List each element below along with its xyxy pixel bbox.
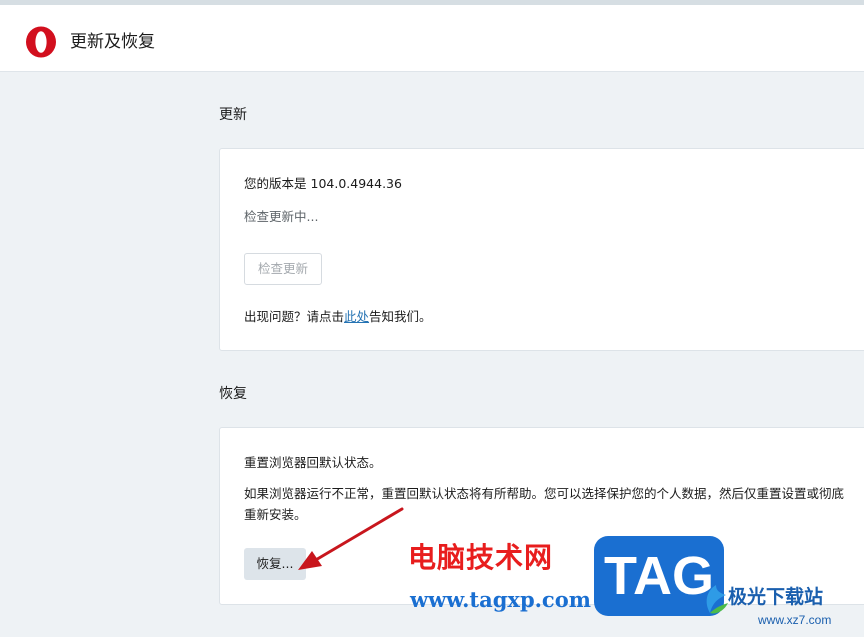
version-value: 104.0.4944.36 [310,176,402,191]
page-header: 更新及恢复 [0,5,864,72]
update-section-title: 更新 [219,107,247,123]
watermark-site-logo-icon [706,585,728,614]
update-status: 检查更新中... [244,209,319,224]
problem-prefix: 出现问题？请点击 [244,309,345,324]
recovery-section-title: 恢复 [219,386,247,402]
watermark-cn-text: 电脑技术网 [408,541,554,574]
recovery-heading: 重置浏览器回默认状态。 [244,455,382,470]
annotation-arrow-icon [298,507,404,570]
version-line: 您的版本是 104.0.4944.36 [244,176,402,192]
problem-report-line: 出现问题？请点击此处告知我们。 [244,309,432,325]
watermark-site-url: www.xz7.com [758,613,832,627]
recovery-description-line1: 如果浏览器运行不正常，重置回默认状态将有所帮助。您可以选择保护您的个人数据，然后… [244,486,845,501]
watermark-url: www.tagxp.com [410,587,591,612]
update-card: 您的版本是 104.0.4944.36 检查更新中... 检查更新 出现问题？请… [219,148,864,351]
version-label: 您的版本是 [244,176,307,191]
page-title: 更新及恢复 [70,32,155,52]
watermark-site-name: 极光下载站 [728,586,824,608]
problem-suffix: 告知我们。 [369,309,432,324]
report-problem-link[interactable]: 此处 [344,309,369,324]
check-update-button[interactable]: 检查更新 [244,253,322,285]
opera-logo-icon [26,26,56,58]
